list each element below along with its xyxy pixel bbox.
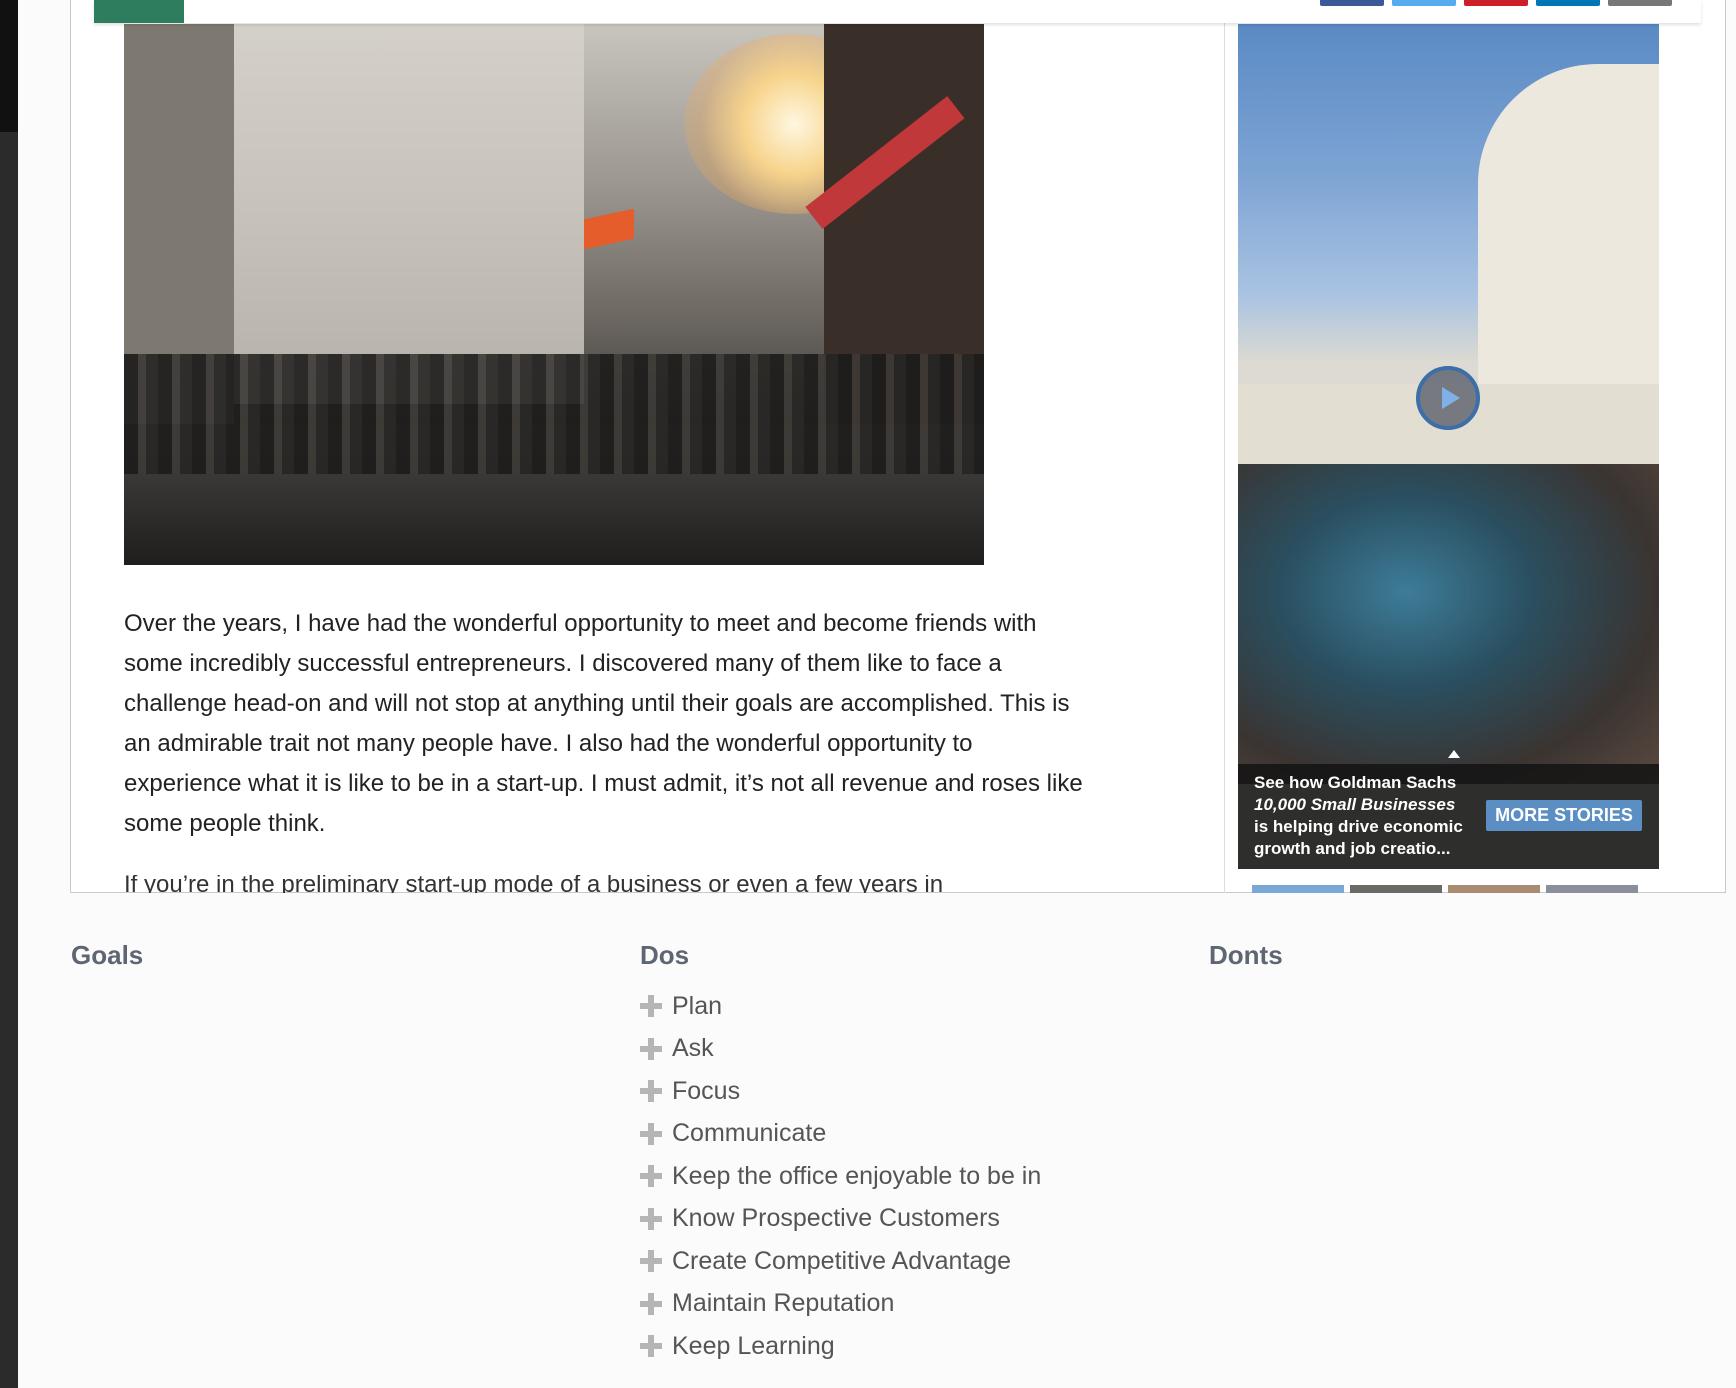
- plus-icon[interactable]: [640, 1122, 662, 1145]
- video-people: [1238, 464, 1659, 784]
- list-item-label: Create Competitive Advantage: [672, 1246, 1012, 1275]
- hero-image: [124, 24, 984, 565]
- list-item[interactable]: Communicate: [640, 1113, 1041, 1156]
- hero-building: [204, 24, 584, 404]
- list-item-label: Communicate: [672, 1119, 827, 1148]
- list-item-label: Keep the office enjoyable to be in: [672, 1161, 1042, 1190]
- article-paragraph-clip: If you’re in the preliminary start-up mo…: [124, 875, 1084, 893]
- hero-crowd: [124, 354, 984, 474]
- share-email-button[interactable]: [1608, 0, 1672, 6]
- plus-icon[interactable]: [640, 1250, 662, 1273]
- left-rail: [0, 0, 18, 1388]
- plus-icon[interactable]: [640, 1080, 662, 1103]
- dos-heading: Dos: [640, 940, 690, 970]
- more-stories-button[interactable]: MORE STORIES: [1486, 800, 1642, 831]
- list-item[interactable]: Maintain Reputation: [640, 1283, 1041, 1326]
- list-item[interactable]: Keep Learning: [640, 1325, 1041, 1368]
- article-body: Over the years, I have had the wonderful…: [124, 604, 1084, 844]
- play-triangle-icon: [1441, 387, 1460, 409]
- share-facebook-button[interactable]: [1320, 0, 1384, 6]
- share-linkedin-button[interactable]: [1536, 0, 1600, 6]
- list-item-label: Ask: [672, 1034, 714, 1063]
- donts-column: Donts: [1209, 940, 1283, 971]
- share-twitter-button[interactable]: [1392, 0, 1456, 6]
- left-rail-cap: [0, 0, 18, 132]
- list-item-label: Maintain Reputation: [672, 1289, 895, 1318]
- hero-flag: [584, 208, 634, 250]
- goals-heading: Goals: [71, 940, 144, 970]
- article-paragraph: Over the years, I have had the wonderful…: [124, 610, 1083, 837]
- list-item-label: Know Prospective Customers: [672, 1204, 1000, 1233]
- list-item[interactable]: Plan: [640, 985, 1041, 1028]
- share-pinterest-button[interactable]: [1464, 0, 1528, 6]
- article-paragraph-partial: If you’re in the preliminary start-up mo…: [124, 875, 944, 893]
- story-thumbnail[interactable]: [1350, 885, 1442, 893]
- story-thumbnail[interactable]: [1252, 885, 1344, 893]
- list-item-label: Keep Learning: [672, 1331, 835, 1360]
- plus-icon[interactable]: [640, 1335, 662, 1358]
- video-ad[interactable]: [1238, 24, 1659, 869]
- video-caption-bar: See how Goldman Sachs 10,000 Small Busin…: [1238, 764, 1659, 869]
- goals-column: Goals: [71, 940, 143, 971]
- story-thumbnail[interactable]: [1546, 885, 1638, 893]
- story-thumbnail[interactable]: [1448, 885, 1540, 893]
- plus-icon[interactable]: [640, 995, 662, 1018]
- plus-icon[interactable]: [640, 1037, 662, 1060]
- list-item[interactable]: Focus: [640, 1070, 1041, 1113]
- sticky-header: [94, 0, 1701, 23]
- list-item[interactable]: Know Prospective Customers: [640, 1198, 1041, 1241]
- plus-icon[interactable]: [640, 1165, 662, 1188]
- video-caption[interactable]: See how Goldman Sachs 10,000 Small Busin…: [1254, 772, 1479, 860]
- caption-program-name: 10,000 Small Businesses: [1254, 795, 1456, 814]
- plus-icon[interactable]: [640, 1207, 662, 1230]
- list-item-label: Plan: [672, 991, 723, 1020]
- caption-line-1: See how Goldman Sachs: [1254, 773, 1457, 792]
- brand-tab[interactable]: [94, 0, 184, 23]
- dos-column: Dos Plan Ask Focus Communicate Keep the …: [640, 940, 1041, 1368]
- dos-list: Plan Ask Focus Communicate Keep the offi…: [640, 985, 1041, 1368]
- list-item[interactable]: Ask: [640, 1028, 1041, 1071]
- list-item-label: Focus: [672, 1076, 741, 1105]
- sidebar-divider: [1224, 0, 1225, 893]
- list-item[interactable]: Create Competitive Advantage: [640, 1240, 1041, 1283]
- donts-heading: Donts: [1209, 940, 1283, 970]
- plus-icon[interactable]: [640, 1292, 662, 1315]
- caret-up-icon[interactable]: [1448, 750, 1460, 758]
- caption-line-3: is helping drive economic growth and job…: [1254, 817, 1463, 858]
- play-icon[interactable]: [1416, 366, 1480, 430]
- list-item[interactable]: Keep the office enjoyable to be in: [640, 1155, 1041, 1198]
